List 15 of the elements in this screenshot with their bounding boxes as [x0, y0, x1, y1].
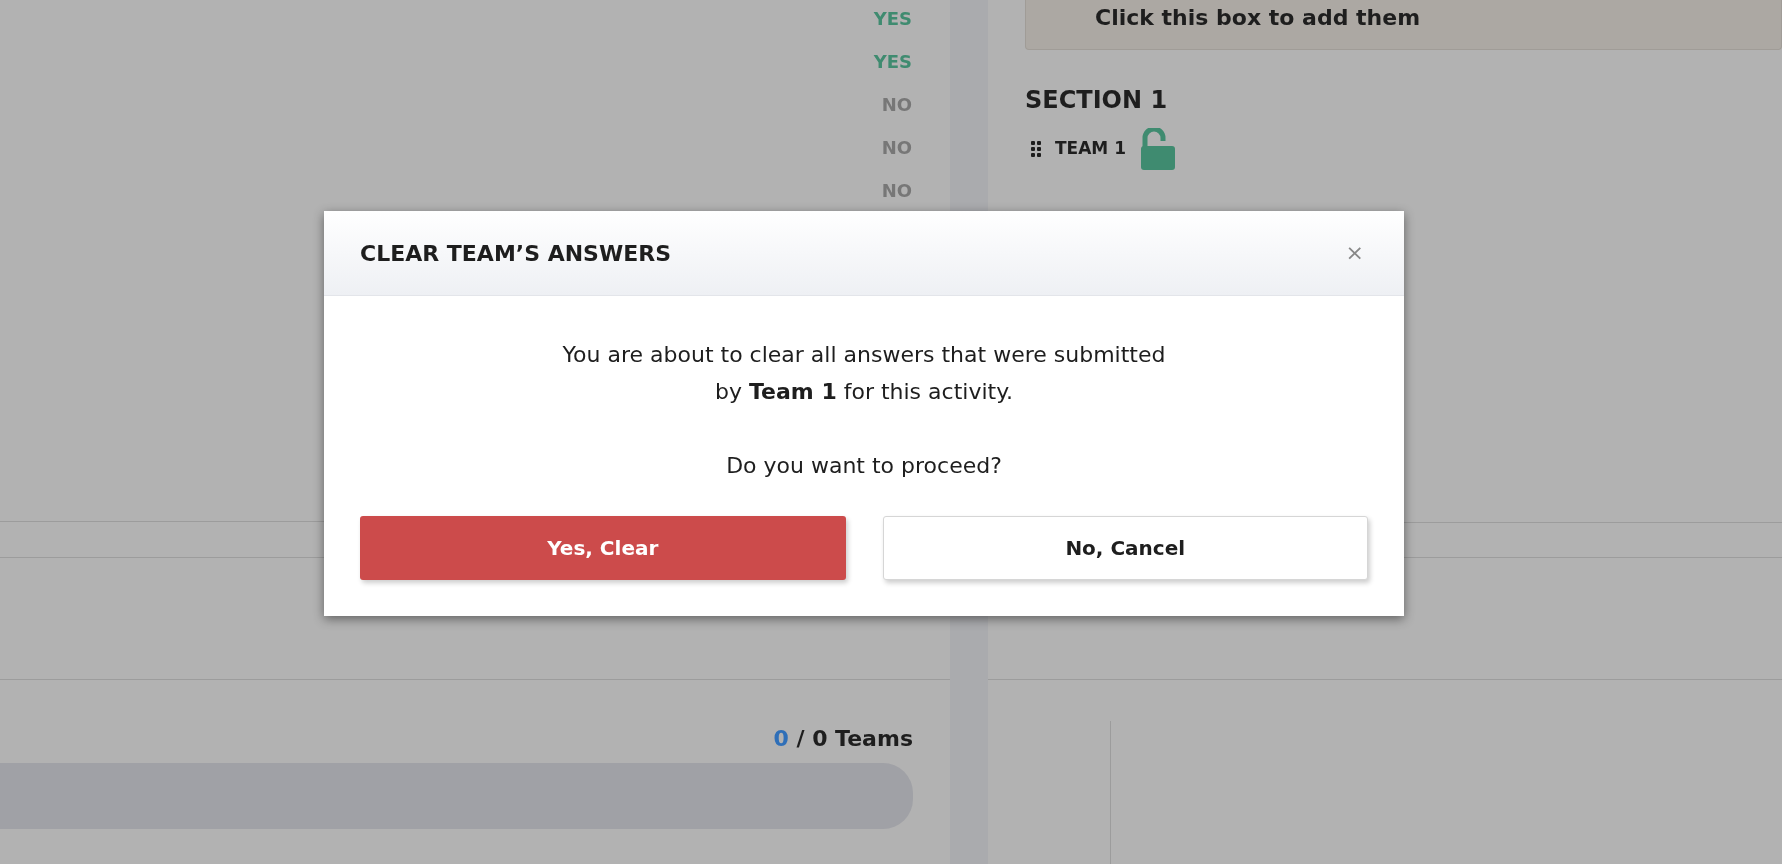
answer-value: NO — [881, 179, 912, 203]
answer-value: YES — [873, 7, 912, 31]
answer-value: YES — [873, 50, 912, 74]
team-count: 0 / 0 Teams — [773, 725, 913, 753]
message-text: You are about to clear all answers that were submitted by Team 1 for this activity. — [561, 341, 1167, 407]
add-box[interactable]: Click this box to add them — [1025, 0, 1782, 50]
answer-value: NO — [881, 136, 912, 160]
drag-handle-icon[interactable] — [1031, 141, 1041, 157]
clear-button[interactable]: Yes, Clear — [360, 515, 846, 580]
cancel-button[interactable]: No, Cancel — [882, 515, 1368, 580]
section-title: SECTION 1 — [1025, 85, 1169, 116]
team-name: TEAM 1 — [1055, 137, 1127, 161]
question-text: Do you want to proceed? — [725, 451, 1003, 480]
answer-value: NO — [881, 93, 912, 117]
dialog-title: CLEAR TEAM’S ANSWERS — [360, 239, 671, 268]
